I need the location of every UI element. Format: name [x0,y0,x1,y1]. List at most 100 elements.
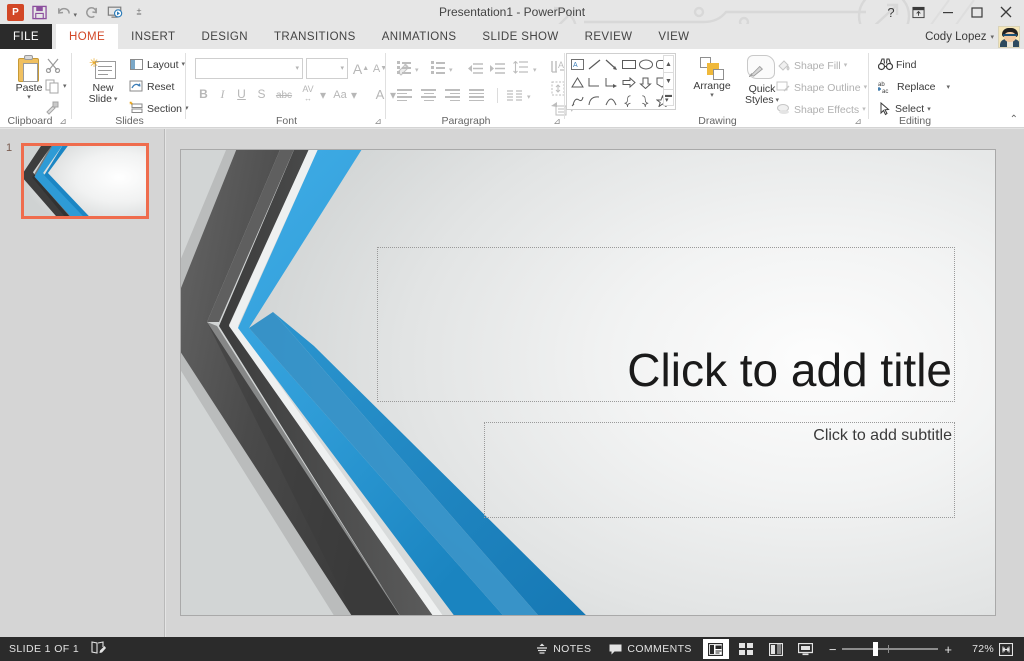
shape-text-box-icon[interactable]: A [569,56,586,73]
zoom-slider[interactable]: − + [821,642,960,657]
new-slide-caret-icon[interactable]: ▾ [114,96,118,103]
italic-button[interactable]: I [214,85,231,103]
help-button[interactable]: ? [878,1,904,23]
increase-indent-button[interactable] [489,62,505,80]
shape-arc-icon[interactable] [603,92,620,109]
redo-icon[interactable] [80,1,102,23]
undo-icon[interactable]: ▾ [52,1,77,23]
font-name-caret-icon[interactable]: ▾ [295,65,299,72]
cut-button[interactable] [45,57,61,74]
shape-outline-button[interactable]: Shape Outline ▾ [776,80,867,95]
underline-button[interactable]: U [233,85,250,103]
zoom-track[interactable] [842,642,939,656]
slide-thumbnail-panel[interactable]: 1 [0,129,165,637]
proofing-icon[interactable] [91,641,107,657]
minimize-button[interactable] [933,1,962,23]
shape-arrow-line-icon[interactable] [603,56,620,73]
clipboard-dialog-launcher[interactable]: ⊿ [58,116,68,126]
collapse-ribbon-button[interactable]: ⌃ [1010,114,1018,125]
avatar[interactable] [998,26,1020,48]
format-painter-button[interactable] [45,101,60,116]
decrease-indent-button[interactable] [467,62,483,80]
shape-right-brace-icon[interactable] [637,92,654,109]
shape-left-brace-icon[interactable] [620,92,637,109]
normal-view-button[interactable] [702,639,729,659]
columns-button[interactable] [507,89,523,107]
shape-elbow-arrow-connector-icon[interactable] [603,74,620,91]
tab-transitions[interactable]: TRANSITIONS [261,24,369,49]
copy-caret-icon[interactable]: ▾ [63,83,67,90]
quick-access-toolbar[interactable]: P ▾ ⩲ [4,0,150,24]
find-button[interactable]: Find [877,58,916,71]
text-shadow-button[interactable]: S [253,85,270,103]
undo-caret[interactable]: ▾ [73,12,77,19]
replace-caret-icon[interactable]: ▾ [947,84,951,91]
title-placeholder[interactable]: Click to add title [377,247,955,402]
copy-button[interactable]: ▾ [45,79,67,94]
shape-right-arrow-icon[interactable] [620,74,637,91]
start-from-beginning-icon[interactable] [104,1,126,23]
shape-curve-icon[interactable] [586,92,603,109]
tab-animations[interactable]: ANIMATIONS [369,24,470,49]
tab-view[interactable]: VIEW [645,24,702,49]
character-spacing-button[interactable]: AV ↔ [297,83,319,103]
shape-down-arrow-icon[interactable] [637,74,654,91]
shapes-gallery-scrollbar[interactable]: ▲ ▼ ▬ ▾ [663,55,674,108]
slide-canvas[interactable]: Click to add title Click to add subtitle [180,149,996,616]
change-case-caret-icon[interactable]: ▾ [351,88,357,102]
bold-button[interactable]: B [195,85,212,103]
zoom-out-button[interactable]: − [829,642,837,657]
replace-button[interactable]: ab ac Replace ▾ [878,80,951,95]
drawing-dialog-launcher[interactable]: ⊿ [853,116,863,126]
paste-caret-icon[interactable]: ▾ [27,94,31,101]
tab-insert[interactable]: INSERT [118,24,188,49]
section-button[interactable]: ✳ Section ▾ [129,101,189,116]
zoom-handle[interactable] [873,642,879,656]
line-spacing-caret-icon[interactable]: ▾ [533,67,537,74]
shape-freeform-icon[interactable] [569,92,586,109]
numbering-caret-icon[interactable]: ▾ [449,67,453,74]
bullets-caret-icon[interactable]: ▾ [415,67,419,74]
slide-count-label[interactable]: SLIDE 1 OF 1 [9,643,79,655]
font-size-caret-icon[interactable]: ▾ [340,65,344,72]
select-button[interactable]: Select ▾ [878,101,931,116]
shape-rectangle-icon[interactable] [620,56,637,73]
maximize-button[interactable] [962,1,991,23]
arrange-button[interactable]: Arrange ▾ [686,57,738,99]
shape-oval-icon[interactable] [637,56,654,73]
change-case-button[interactable]: Aa [330,86,350,104]
tab-slide-show[interactable]: SLIDE SHOW [469,24,571,49]
shape-fill-caret-icon[interactable]: ▾ [844,62,848,69]
zoom-level-label[interactable]: 72% [960,643,994,655]
strikethrough-button[interactable]: abc [273,86,295,104]
customize-qat-icon[interactable]: ⩲ [128,1,150,23]
reading-view-button[interactable] [763,639,789,659]
ribbon-display-options-button[interactable] [904,1,933,23]
app-logo-icon[interactable]: P [4,1,26,23]
close-button[interactable] [991,1,1020,23]
line-spacing-button[interactable] [513,60,529,79]
fit-slide-to-window-button[interactable] [994,638,1018,660]
account-area[interactable]: Cody Lopez ▾ [925,25,1020,49]
slide-thumbnail-1[interactable] [21,143,149,219]
shapes-gallery[interactable]: A ▲ ▼ ▬ ▾ [566,53,676,110]
font-name-input[interactable]: ▾ [195,58,303,79]
shapes-scroll-down-button[interactable]: ▼ [663,72,674,89]
shapes-scroll-up-button[interactable]: ▲ [663,55,674,72]
font-size-input[interactable]: ▾ [306,58,348,79]
tab-design[interactable]: DESIGN [188,24,261,49]
slide-thumbnail-border[interactable] [21,143,149,219]
zoom-in-button[interactable]: + [944,642,952,657]
shape-line-icon[interactable] [586,56,603,73]
new-slide-button[interactable]: ✳ New Slide ▾ [81,57,125,105]
tab-home[interactable]: HOME [56,24,119,49]
shape-outline-caret-icon[interactable]: ▾ [864,84,868,91]
select-caret-icon[interactable]: ▾ [927,106,931,113]
tab-file[interactable]: FILE [0,24,52,49]
shape-effects-caret-icon[interactable]: ▾ [862,106,866,113]
increase-font-size-button[interactable]: A ▲ [352,59,370,78]
arrange-caret-icon[interactable]: ▾ [710,92,714,99]
tab-review[interactable]: REVIEW [572,24,646,49]
columns-caret-icon[interactable]: ▾ [527,94,531,101]
subtitle-placeholder[interactable]: Click to add subtitle [484,422,955,518]
